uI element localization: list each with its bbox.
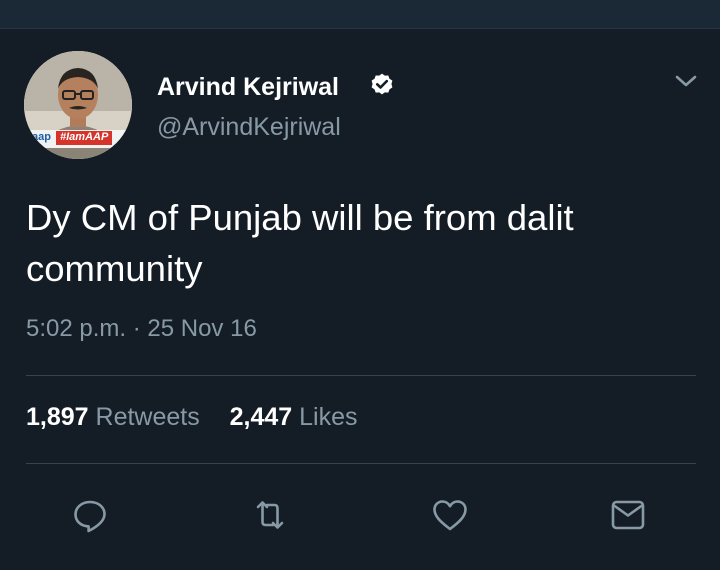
chevron-down-icon[interactable]	[673, 71, 699, 91]
likes-label: Likes	[299, 403, 358, 431]
avatar[interactable]: aap #IamAAP	[24, 51, 132, 159]
author-handle[interactable]: @ArvindKejriwal	[157, 113, 341, 142]
avatar-badge-text: #IamAAP	[60, 131, 109, 143]
verified-badge-icon	[371, 73, 393, 95]
divider	[26, 375, 696, 376]
retweets-stat[interactable]: 1,897 Retweets	[26, 403, 200, 432]
avatar-logo-text: aap	[32, 131, 51, 143]
like-icon[interactable]	[430, 495, 470, 535]
direct-message-icon[interactable]	[608, 495, 648, 535]
likes-count: 2,447	[229, 403, 293, 431]
retweet-icon[interactable]	[250, 495, 290, 535]
likes-stat[interactable]: 2,447 Likes	[230, 403, 358, 432]
tweet-card: aap #IamAAP Arvind Kejriwal @ArvindKejri…	[0, 29, 720, 570]
retweets-count: 1,897	[26, 403, 89, 431]
tweet-stats: 1,897 Retweets 2,447 Likes	[26, 403, 358, 432]
tweet-timestamp[interactable]: 5:02 p.m. · 25 Nov 16	[26, 315, 257, 343]
tweet-text: Dy CM of Punjab will be from dalit commu…	[26, 197, 574, 289]
retweets-label: Retweets	[95, 403, 200, 431]
author-display-name[interactable]: Arvind Kejriwal	[157, 73, 339, 102]
top-bar	[0, 0, 720, 29]
reply-icon[interactable]	[70, 495, 110, 535]
divider	[26, 463, 696, 464]
